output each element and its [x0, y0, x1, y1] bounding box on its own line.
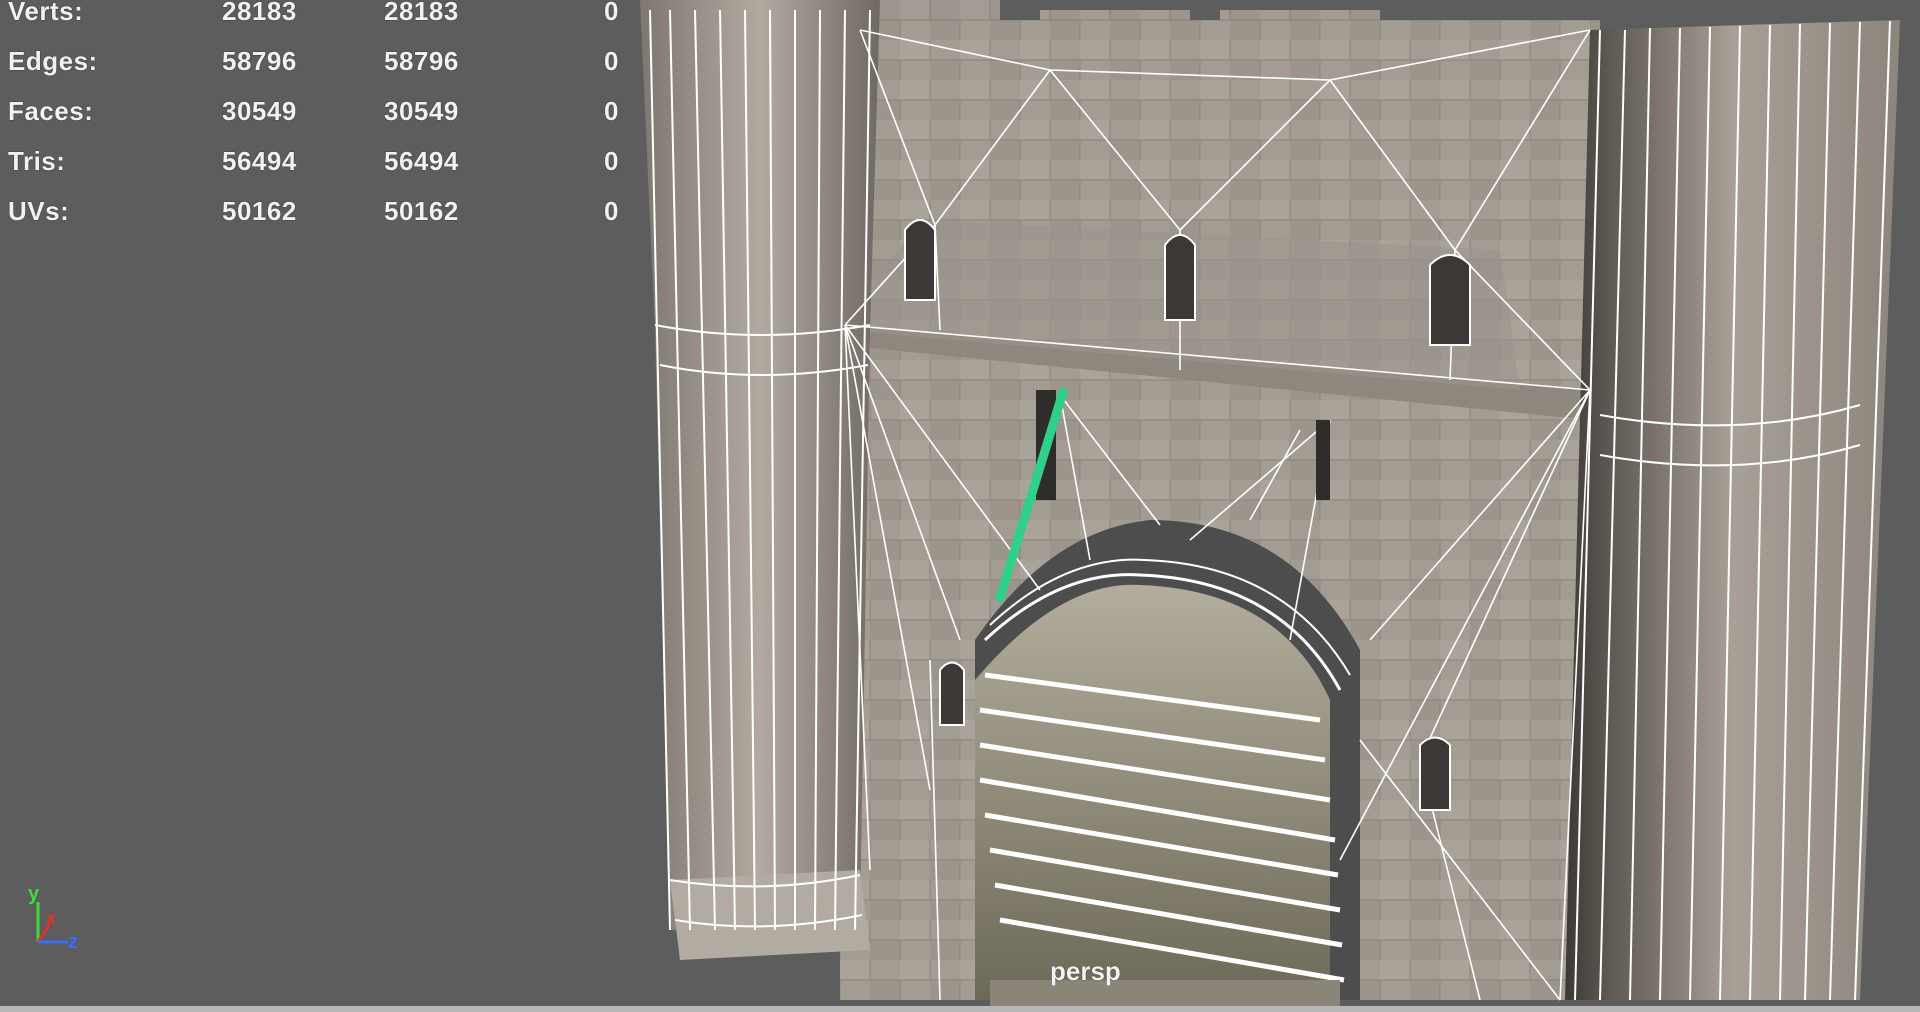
hud-verts-label: Verts: — [8, 0, 84, 26]
hud-verts-value-b: 28183 — [384, 0, 459, 26]
hud-edges-value-a: 58796 — [222, 46, 297, 76]
hud-uvs-value-c: 0 — [604, 196, 619, 226]
hud-verts-value-c: 0 — [604, 0, 619, 26]
hud-tris-value-a: 56494 — [222, 146, 297, 176]
viewport-bottom-border — [0, 1006, 1920, 1012]
hud-uvs-value-b: 50162 — [384, 196, 459, 226]
axis-gizmo-icon: y x z — [28, 883, 78, 950]
hud-tris-value-b: 56494 — [384, 146, 459, 176]
hud-faces-value-c: 0 — [604, 96, 619, 126]
axis-x-label: x — [46, 908, 56, 928]
hud-faces-value-b: 30549 — [384, 96, 459, 126]
left-tower — [640, 0, 880, 960]
camera-name-label: persp — [1050, 956, 1121, 986]
hud-edges-label: Edges: — [8, 46, 98, 76]
hud-edges-value-b: 58796 — [384, 46, 459, 76]
hud-tris-value-c: 0 — [604, 146, 619, 176]
perspective-viewport[interactable]: Verts: 28183 28183 0 Edges: 58796 58796 … — [0, 0, 1920, 1012]
axis-z-label: z — [68, 931, 78, 950]
hud-faces-label: Faces: — [8, 96, 94, 126]
hud-tris-label: Tris: — [8, 146, 66, 176]
hud-verts-value-a: 28183 — [222, 0, 297, 26]
axis-y-label: y — [28, 883, 40, 905]
hud-uvs-value-a: 50162 — [222, 196, 297, 226]
gate-archway — [975, 520, 1360, 1010]
hud-uvs-label: UVs: — [8, 196, 70, 226]
hud-faces-value-a: 30549 — [222, 96, 297, 126]
right-tower — [1565, 20, 1900, 1001]
hud-edges-value-c: 0 — [604, 46, 619, 76]
